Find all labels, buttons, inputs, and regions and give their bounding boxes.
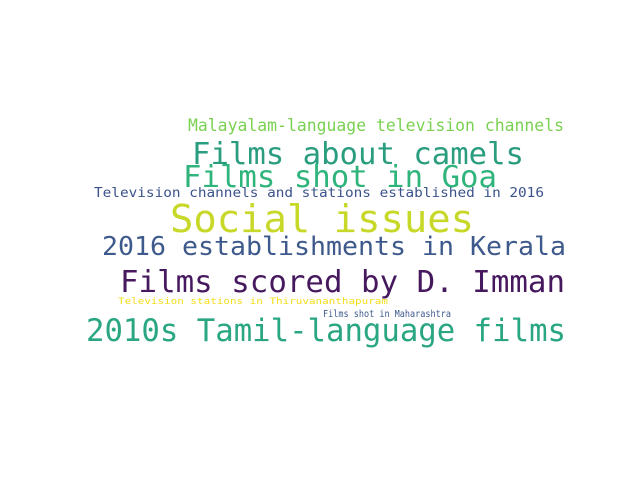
word-malayalam-language-television-channels: Malayalam-language television channels — [188, 116, 564, 136]
word-television-stations-in-thiruvananthapuram: Television stations in Thiruvananthapura… — [118, 297, 388, 307]
word-films-scored-by-d-imman: Films scored by D. Imman — [120, 265, 565, 300]
word-2010s-tamil-language-films: 2010s Tamil-language films — [86, 313, 566, 349]
word-cloud: Malayalam-language television channels F… — [0, 0, 640, 480]
word-2016-establishments-in-kerala: 2016 establishments in Kerala — [102, 232, 566, 262]
